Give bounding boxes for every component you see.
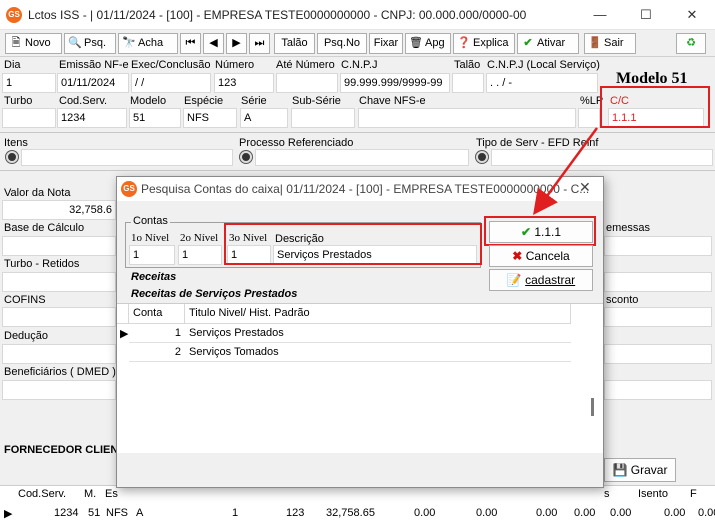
annotation-arrow — [533, 127, 599, 216]
arrow-line — [533, 127, 599, 216]
